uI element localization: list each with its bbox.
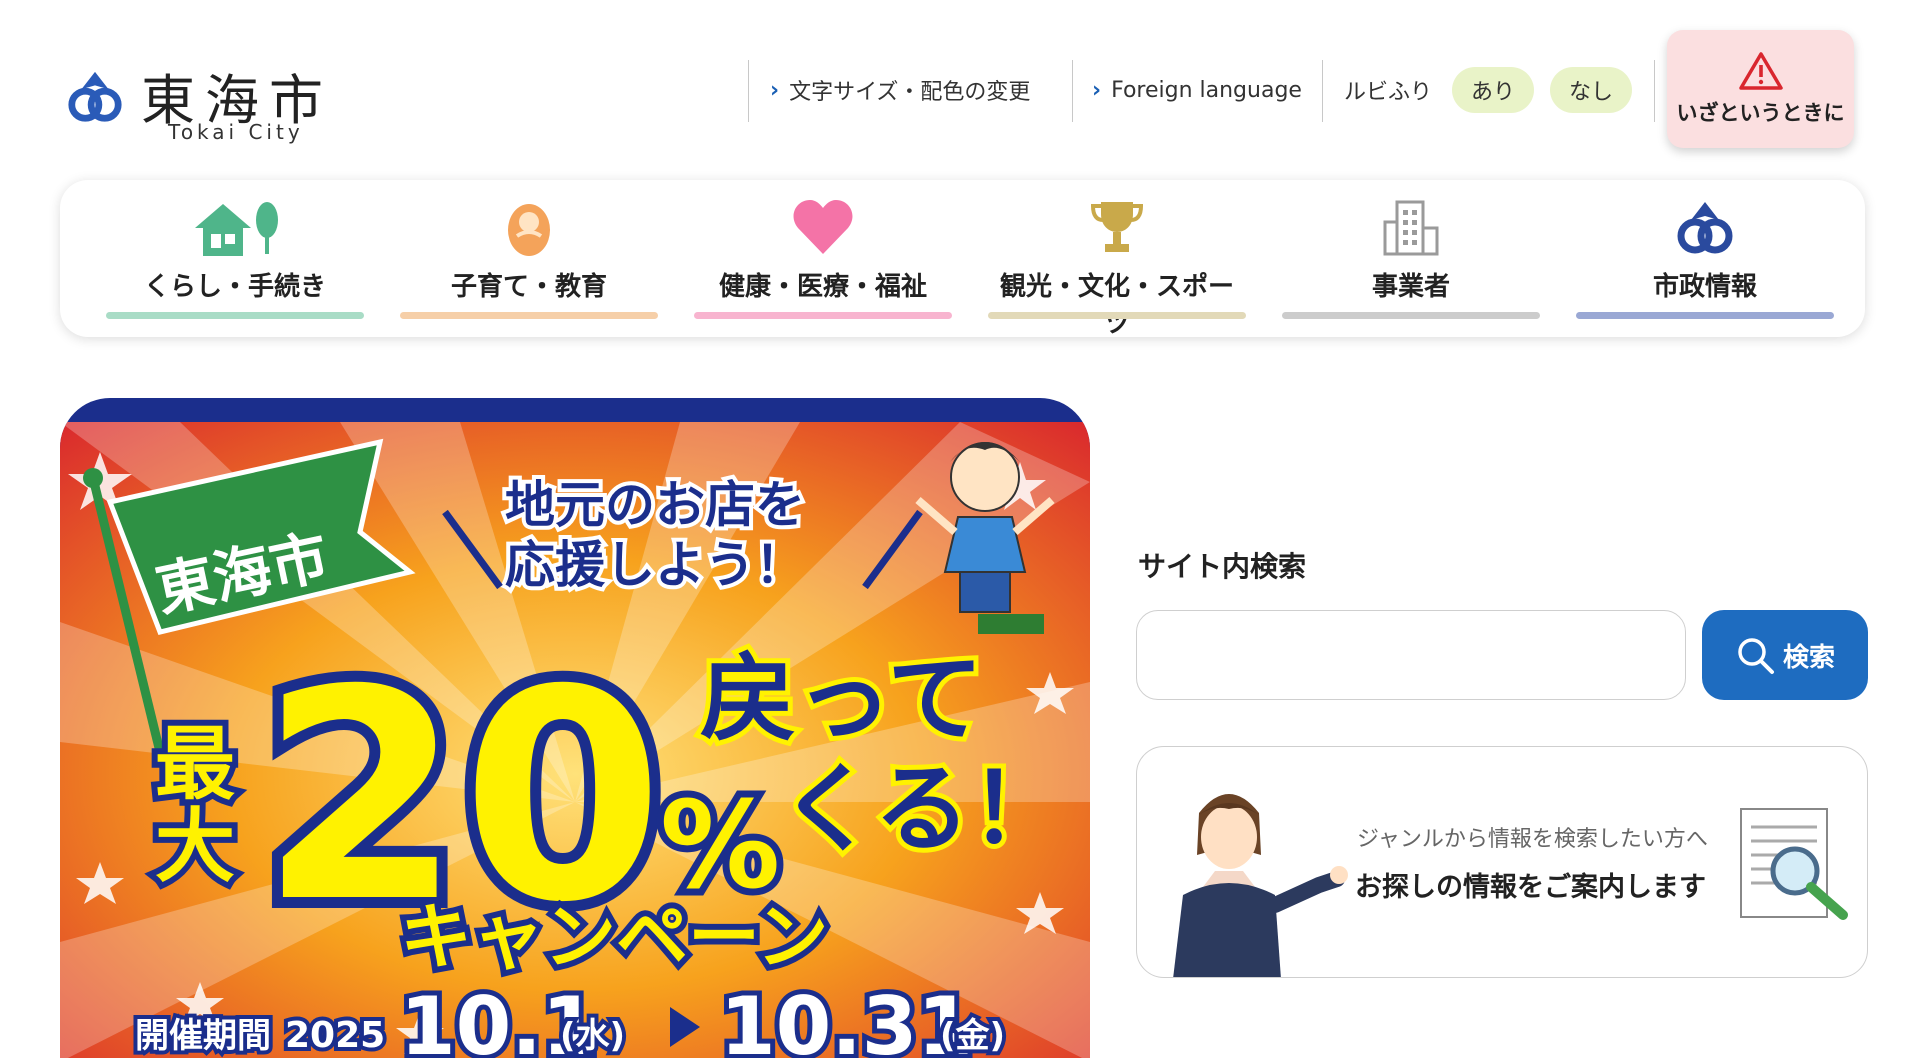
nav-underline	[694, 312, 952, 319]
nav-item-health[interactable]: 健康・医療・福祉	[694, 180, 952, 337]
text-size-link[interactable]: › 文字サイズ・配色の変更	[770, 58, 1030, 122]
emergency-button[interactable]: いざというときに	[1667, 30, 1854, 148]
trophy-icon	[1090, 202, 1144, 252]
warning-icon	[1738, 52, 1783, 90]
house-tree-icon	[195, 202, 278, 256]
nav-item-living[interactable]: くらし・手続き	[106, 180, 364, 337]
city-emblem-icon	[1677, 202, 1733, 254]
returns-text-1: 戻って	[700, 643, 983, 755]
foreign-language-link[interactable]: › Foreign language	[1092, 58, 1302, 122]
end-day: (金)	[940, 1016, 1005, 1056]
city-emblem-icon	[68, 71, 122, 122]
guide-subtitle: ジャンルから情報を検索したい方へ	[1357, 827, 1708, 852]
search-button-label: 検索	[1782, 642, 1835, 673]
global-nav: くらし・手続き 子育て・教育 健康・医療・福祉 観光・文化・スポーツ 事業者 市…	[60, 180, 1865, 339]
divider	[1072, 60, 1073, 122]
period-year: 2025	[285, 1015, 385, 1056]
ruby-on-button[interactable]: あり	[1452, 67, 1534, 113]
search-button[interactable]: 検索	[1702, 610, 1868, 700]
end-date: 10.31	[720, 980, 973, 1058]
nav-label: 観光・文化・スポーツ	[999, 272, 1234, 339]
max-label-1: 最	[155, 718, 235, 811]
search-title: サイト内検索	[1138, 550, 1307, 583]
heart-icon	[793, 200, 853, 254]
baby-icon	[508, 204, 550, 256]
guide-person-illustration	[1173, 794, 1348, 977]
nav-label: 健康・医療・福祉	[718, 272, 927, 302]
divider	[1322, 60, 1323, 122]
text-size-link-label: 文字サイズ・配色の変更	[789, 80, 1031, 105]
nav-item-city-admin[interactable]: 市政情報	[1576, 180, 1834, 337]
divider	[748, 60, 749, 122]
returns-text-2: くる！	[780, 753, 1066, 865]
guide-title: お探しの情報をご案内します	[1355, 872, 1706, 903]
nav-label: 事業者	[1371, 272, 1450, 302]
campaign-text: キャンペーン	[400, 895, 828, 979]
logo-subtitle: Tokai City	[168, 120, 304, 144]
document-magnifier-icon	[1740, 808, 1848, 920]
nav-item-business[interactable]: 事業者	[1282, 180, 1540, 337]
nav-item-childcare[interactable]: 子育て・教育	[400, 180, 658, 337]
search-icon	[1738, 638, 1774, 674]
nav-underline	[1282, 312, 1540, 319]
site-logo[interactable]: 東海市 Tokai City	[66, 60, 336, 150]
ruby-off-button[interactable]: なし	[1550, 67, 1632, 113]
lead-line-2: 応援しよう！	[505, 536, 805, 594]
campaign-banner[interactable]: 東海市 地元のお店を 応援しよう！ 最 大 20 % 戻って くる！ キャンペー…	[60, 398, 1090, 1058]
chevron-right-icon: ›	[1092, 77, 1102, 103]
lead-line-1: 地元のお店を	[505, 476, 805, 534]
nav-label: 市政情報	[1652, 272, 1757, 302]
start-day: (水)	[560, 1016, 625, 1056]
period-label: 開催期間	[135, 1016, 271, 1056]
foreign-language-label: Foreign language	[1111, 77, 1302, 103]
guide-card[interactable]: ジャンルから情報を検索したい方へ お探しの情報をご案内します	[1136, 746, 1868, 978]
emergency-label: いざというときに	[1676, 101, 1845, 125]
nav-underline	[988, 312, 1246, 319]
search-input[interactable]	[1136, 610, 1686, 700]
nav-item-tourism[interactable]: 観光・文化・スポーツ	[988, 180, 1246, 339]
divider	[1654, 60, 1655, 122]
nav-underline	[1576, 312, 1834, 319]
nav-underline	[400, 312, 658, 319]
chevron-right-icon: ›	[770, 77, 780, 103]
nav-underline	[106, 312, 364, 319]
building-icon	[1383, 200, 1439, 256]
ruby-label: ルビふり	[1344, 80, 1433, 105]
max-label-2: 大	[155, 800, 235, 893]
nav-label: 子育て・教育	[450, 272, 607, 302]
nav-label: くらし・手続き	[143, 272, 326, 302]
campaign-artwork: 東海市 地元のお店を 応援しよう！ 最 大 20 % 戻って くる！ キャンペー…	[60, 422, 1090, 1058]
